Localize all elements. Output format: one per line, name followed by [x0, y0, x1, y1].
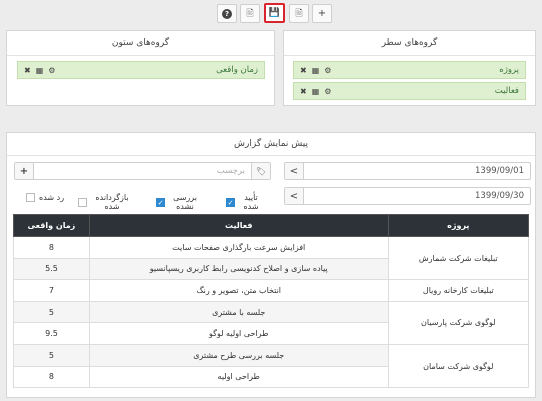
- save-icon: 💾: [268, 8, 281, 18]
- filter-returned-label: بازگردانده شده: [95, 193, 129, 211]
- table-row: 5 جلسه بررسی طرح مشتری لوگوی شرکت سامان: [13, 343, 530, 389]
- cell-project: تبلیغات شرکت شمارش: [387, 235, 530, 281]
- row-group-chip-project[interactable]: ✖ ▦ ⚙ پروژه: [293, 61, 526, 79]
- col-header-time: زمان واقعی: [13, 214, 90, 237]
- chip-label: فعالیت: [494, 86, 519, 96]
- cell-time: 5: [13, 343, 90, 367]
- export-button[interactable]: 🖹: [240, 4, 260, 23]
- cell-activity: انتخاب متن، تصویر و رنگ: [88, 279, 389, 302]
- cell-project: لوگوی شرکت پارسیان: [387, 300, 530, 345]
- cell-time: 7: [13, 279, 90, 302]
- export-icon: 🖹: [246, 8, 254, 19]
- save-button[interactable]: 💾: [264, 3, 285, 23]
- help-button[interactable]: ?: [217, 4, 237, 23]
- checkbox-empty-icon[interactable]: [78, 197, 87, 207]
- table-icon[interactable]: ▦: [36, 66, 44, 75]
- filter-rejected-label: رد شده: [39, 192, 65, 202]
- tag-input[interactable]: + برچسب 🏷: [14, 162, 271, 180]
- date-to-prev-button[interactable]: <: [285, 188, 304, 204]
- checkbox-checked-icon[interactable]: ✓: [156, 197, 165, 207]
- add-button[interactable]: +: [312, 4, 332, 23]
- row-groups-title: گروه‌های سطر: [284, 31, 535, 56]
- table-row: 5 جلسه با مشتری لوگوی شرکت پارسیان: [13, 300, 530, 345]
- date-to-input[interactable]: < 1399/09/30: [284, 187, 531, 205]
- plus-icon: +: [317, 8, 327, 19]
- cell-time: 5: [13, 300, 90, 324]
- chip-label: پروژه: [499, 65, 519, 75]
- cell-activity: پیاده سازی و اصلاح کدنویسی رابط کاربری ر…: [88, 257, 389, 281]
- filter-not-reviewed-label: بررسی نشده: [173, 193, 197, 211]
- cell-activity: جلسه با مشتری: [88, 300, 389, 324]
- row-group-chip-activity[interactable]: ✖ ▦ ⚙ فعالیت: [293, 82, 526, 100]
- date-from-value: 1399/09/01: [475, 166, 524, 176]
- col-header-project: پروژه: [387, 214, 530, 237]
- tag-icon: 🏷: [251, 163, 270, 179]
- cell-activity: جلسه بررسی طرح مشتری: [88, 343, 389, 367]
- filter-returned[interactable]: بازگردانده شده: [78, 190, 136, 214]
- filter-not-reviewed[interactable]: ✓ بررسی نشده: [156, 191, 206, 213]
- cell-project: تبلیغات کارخانه رویال: [387, 279, 530, 302]
- checkbox-checked-icon[interactable]: ✓: [226, 197, 235, 207]
- remove-icon[interactable]: ✖: [300, 66, 307, 75]
- filter-approved-label: تأیید شده: [243, 193, 259, 211]
- cell-project: لوگوی شرکت سامان: [387, 343, 530, 389]
- filter-approved[interactable]: ✓ تأیید شده: [226, 191, 271, 213]
- gear-icon[interactable]: ⚙: [324, 87, 331, 96]
- cell-activity: افزایش سرعت بارگذاری صفحات سایت: [88, 236, 389, 259]
- remove-icon[interactable]: ✖: [300, 87, 307, 96]
- help-icon: ?: [222, 8, 232, 19]
- report-preview-title: پیش نمایش گزارش: [7, 133, 535, 156]
- column-groups-title: گروه‌های ستون: [7, 31, 274, 56]
- gear-icon[interactable]: ⚙: [324, 66, 331, 75]
- chip-actions: ✖ ▦ ⚙: [300, 66, 331, 75]
- column-group-chip-time[interactable]: ✖ ▦ ⚙ زمان واقعی: [17, 61, 265, 79]
- cell-activity: طراحی اولیه: [88, 365, 389, 389]
- tag-placeholder: برچسب: [216, 166, 245, 176]
- date-to-value: 1399/09/30: [475, 191, 524, 201]
- new-document-button[interactable]: 🗎: [289, 4, 309, 23]
- chip-label: زمان واقعی: [216, 65, 258, 75]
- cell-time: 5.5: [13, 257, 90, 281]
- table-icon[interactable]: ▦: [312, 66, 320, 75]
- report-table: زمان واقعی فعالیت پروژه 8 افزایش سرعت با…: [13, 214, 530, 389]
- add-tag-button[interactable]: +: [15, 163, 34, 179]
- table-row: 7 انتخاب متن، تصویر و رنگ تبلیغات کارخان…: [13, 279, 530, 302]
- cell-time: 8: [13, 236, 90, 259]
- cell-activity: طراحی اولیه لوگو: [88, 322, 389, 345]
- chip-actions: ✖ ▦ ⚙: [24, 66, 55, 75]
- chip-actions: ✖ ▦ ⚙: [300, 87, 331, 96]
- filter-rejected[interactable]: رد شده: [26, 191, 71, 203]
- table-icon[interactable]: ▦: [312, 87, 320, 96]
- col-header-activity: فعالیت: [88, 214, 389, 237]
- checkbox-empty-icon[interactable]: [26, 192, 35, 202]
- date-from-input[interactable]: < 1399/09/01: [284, 162, 531, 180]
- remove-icon[interactable]: ✖: [24, 66, 31, 75]
- gear-icon[interactable]: ⚙: [48, 66, 55, 75]
- table-row: 8 افزایش سرعت بارگذاری صفحات سایت تبلیغا…: [13, 235, 530, 281]
- document-icon: 🗎: [295, 8, 303, 19]
- date-from-prev-button[interactable]: <: [285, 163, 304, 179]
- cell-time: 9.5: [13, 322, 90, 345]
- cell-time: 8: [13, 365, 90, 389]
